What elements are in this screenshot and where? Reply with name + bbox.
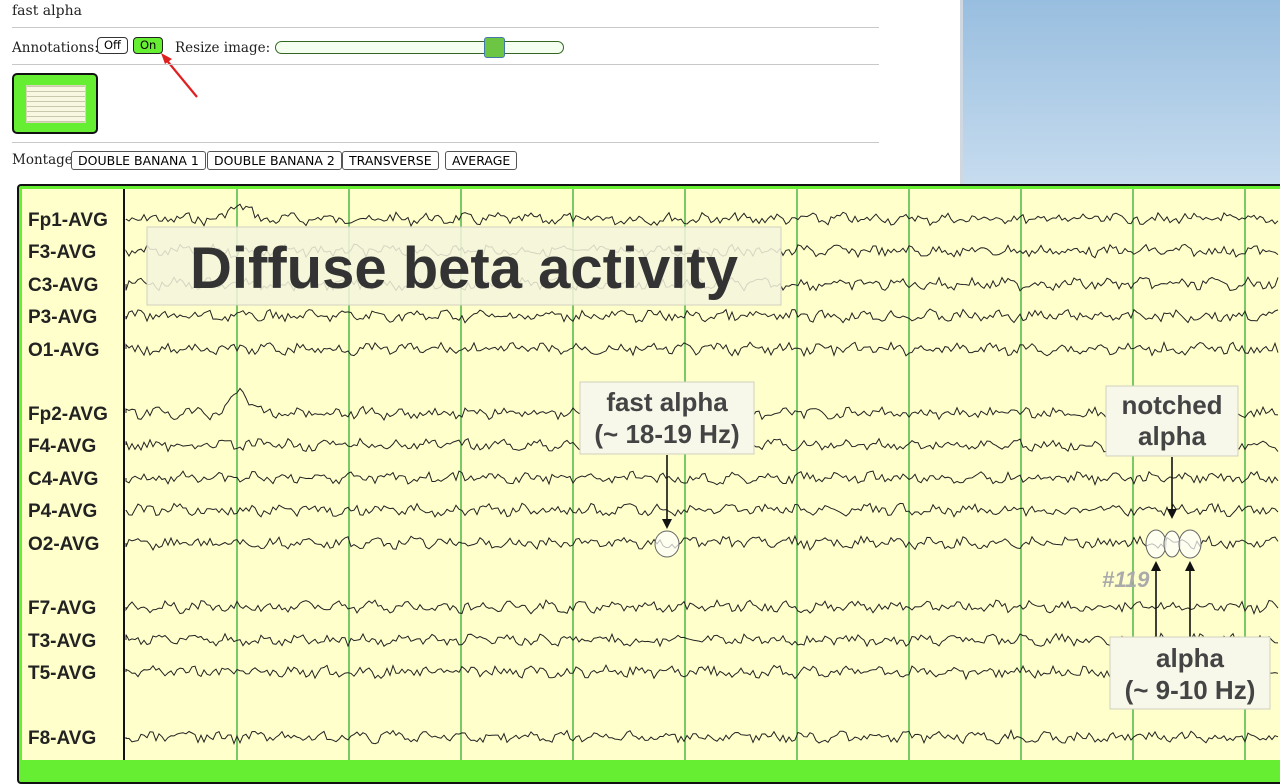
resize-slider-thumb[interactable] bbox=[484, 37, 505, 58]
divider bbox=[12, 64, 879, 65]
channel-label: C4-AVG bbox=[28, 469, 98, 490]
annotations-off-button[interactable]: Off bbox=[97, 37, 128, 54]
resize-label: Resize image: bbox=[175, 40, 271, 56]
divider bbox=[12, 27, 879, 28]
resize-slider-track[interactable] bbox=[275, 41, 564, 54]
channel-label: F4-AVG bbox=[28, 436, 96, 457]
alpha-marker-right bbox=[1178, 529, 1202, 559]
thumbnail-preview bbox=[26, 85, 86, 123]
alpha-label-line2: (~ 9-10 Hz) bbox=[1125, 675, 1256, 705]
montage-double-banana-2-button[interactable]: DOUBLE BANANA 2 bbox=[207, 151, 342, 170]
alpha-label-line1: alpha bbox=[1156, 643, 1224, 673]
montage-label: Montage: bbox=[12, 152, 78, 168]
notched-alpha-label-line1: notched bbox=[1121, 390, 1222, 420]
montage-average-button[interactable]: AVERAGE bbox=[445, 151, 518, 170]
montage-transverse-button[interactable]: TRANSVERSE bbox=[342, 151, 439, 170]
diffuse-beta-title: Diffuse beta activity bbox=[190, 236, 738, 301]
channel-label: P3-AVG bbox=[28, 307, 97, 328]
montage-double-banana-1-button[interactable]: DOUBLE BANANA 1 bbox=[71, 151, 206, 170]
fast-alpha-label-line1: fast alpha bbox=[606, 387, 728, 417]
figure-number: #119 bbox=[1102, 567, 1150, 592]
notched-alpha-marker bbox=[1163, 530, 1181, 558]
channel-label: C3-AVG bbox=[28, 275, 98, 296]
notched-alpha-label-line2: alpha bbox=[1138, 421, 1206, 451]
image-thumbnail[interactable] bbox=[12, 73, 98, 134]
channel-label: F7-AVG bbox=[28, 598, 96, 619]
fast-alpha-marker bbox=[654, 530, 680, 558]
channel-label: F8-AVG bbox=[28, 728, 96, 749]
annotations-label: Annotations: bbox=[12, 40, 99, 56]
eeg-image: Fp1-AVG F3-AVG C3-AVG P3-AVG O1-AVG Fp2-AVG F4… bbox=[22, 189, 1280, 760]
channel-label: O2-AVG bbox=[28, 534, 99, 555]
channel-label: O1-AVG bbox=[28, 340, 99, 361]
channel-label: T3-AVG bbox=[28, 631, 96, 652]
channel-label: T5-AVG bbox=[28, 663, 96, 684]
alpha-marker-left bbox=[1145, 529, 1167, 559]
right-panel bbox=[960, 0, 1280, 185]
channel-label: Fp1-AVG bbox=[28, 210, 108, 231]
fast-alpha-label-line2: (~ 18-19 Hz) bbox=[594, 419, 739, 449]
divider bbox=[12, 142, 879, 143]
channel-label: Fp2-AVG bbox=[28, 404, 108, 425]
page-title: fast alpha bbox=[12, 3, 82, 19]
channel-label: F3-AVG bbox=[28, 242, 96, 263]
channel-label: P4-AVG bbox=[28, 501, 97, 522]
